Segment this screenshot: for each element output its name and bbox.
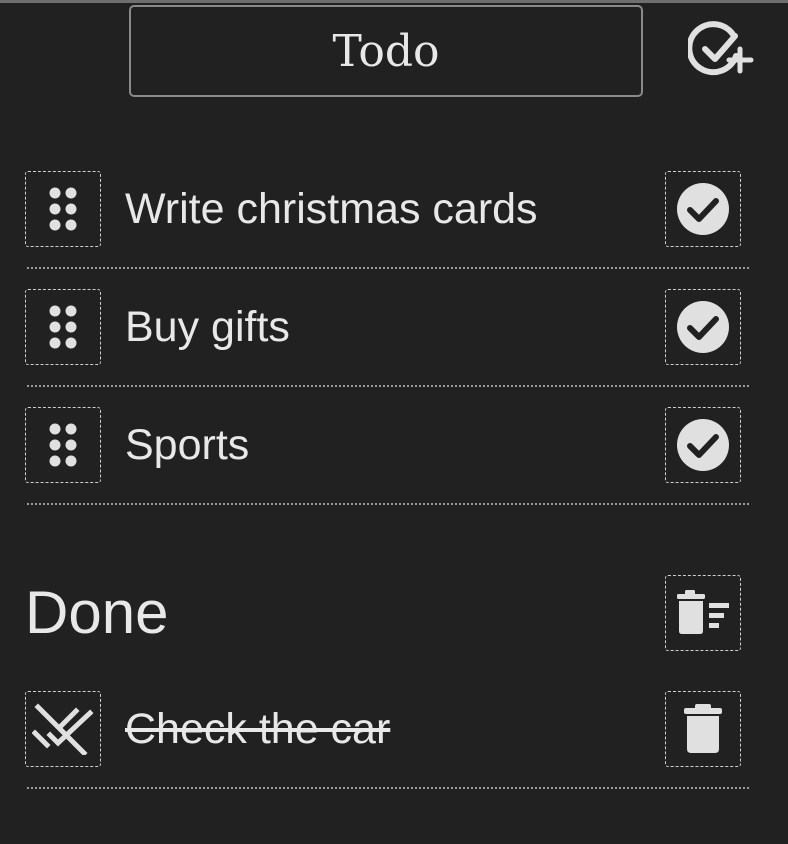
list-title-input[interactable] <box>129 5 643 97</box>
check-circle-icon <box>677 301 729 353</box>
undo-done-button[interactable] <box>25 691 101 767</box>
remove-done-icon <box>32 703 94 755</box>
row-divider <box>27 787 749 789</box>
clear-all-trash-icon <box>677 590 729 634</box>
row-divider <box>27 385 749 387</box>
todo-item: Write christmas cards <box>0 171 788 289</box>
drag-handle-button[interactable] <box>25 171 101 247</box>
trash-icon <box>684 704 722 753</box>
mark-done-button[interactable] <box>665 407 741 483</box>
todo-item: Buy gifts <box>0 289 788 407</box>
delete-item-button[interactable] <box>665 691 741 767</box>
add-todo-button[interactable] <box>686 18 754 80</box>
drag-handle-icon <box>49 305 77 349</box>
check-circle-icon <box>677 183 729 235</box>
clear-done-button[interactable] <box>665 575 741 651</box>
drag-handle-icon <box>49 423 77 467</box>
mark-done-button[interactable] <box>665 289 741 365</box>
check-circle-plus-icon <box>686 21 754 76</box>
done-item: Check the car <box>0 691 788 809</box>
mark-done-button[interactable] <box>665 171 741 247</box>
drag-handle-icon <box>49 187 77 231</box>
done-section-title: Done <box>25 579 169 646</box>
todo-item-label: Write christmas cards <box>125 185 538 233</box>
row-divider <box>27 503 749 505</box>
todo-item: Sports <box>0 407 788 525</box>
check-circle-icon <box>677 419 729 471</box>
drag-handle-button[interactable] <box>25 407 101 483</box>
row-divider <box>27 267 749 269</box>
todo-item-label: Sports <box>125 421 250 469</box>
drag-handle-button[interactable] <box>25 289 101 365</box>
done-item-label: Check the car <box>125 705 391 753</box>
top-border <box>0 0 788 3</box>
todo-item-label: Buy gifts <box>125 303 290 351</box>
